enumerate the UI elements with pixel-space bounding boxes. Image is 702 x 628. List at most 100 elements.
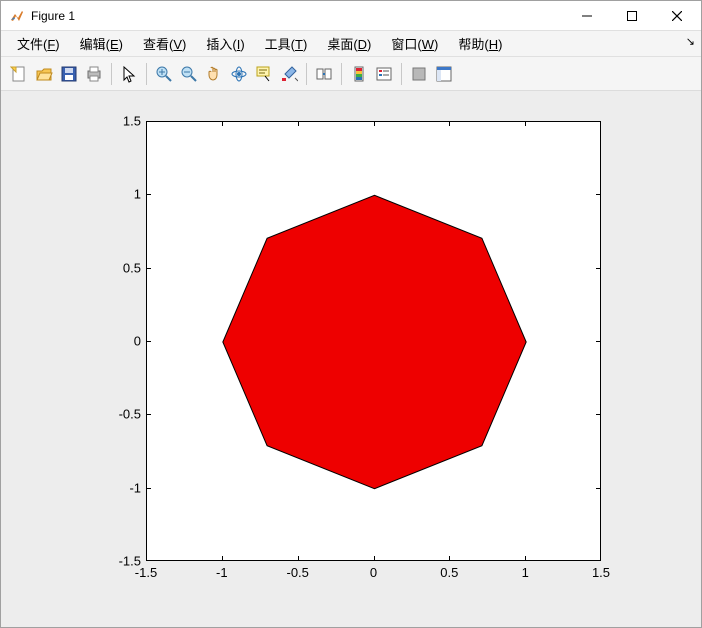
minimize-button[interactable] [564,1,609,30]
menu-edit[interactable]: 编辑(E) [70,31,133,56]
hide-plot-tools-icon [410,65,428,83]
figure-area: 1.5 1 0.5 0 -0.5 -1 -1.5 -1.5 -1 -0.5 0 … [1,91,701,627]
y-tick-label: 1.5 [105,114,141,129]
toolbar-separator [111,63,112,85]
pan-icon [205,65,223,83]
y-tick-label: 0 [105,334,141,349]
menu-tools[interactable]: 工具(T) [255,31,318,56]
window-title: Figure 1 [31,9,564,23]
maximize-button[interactable] [609,1,654,30]
x-tick-label: -1 [202,565,242,580]
tick-mark [596,194,601,195]
titlebar: Figure 1 [1,1,701,31]
toolbar-separator [341,63,342,85]
x-tick-label: 0 [354,565,394,580]
pointer-icon [120,65,138,83]
show-plot-tools-button[interactable] [432,62,456,86]
tick-mark [222,556,223,561]
menu-label: 编辑(E) [80,37,123,52]
tick-mark [146,268,151,269]
y-tick-label: -1 [105,480,141,495]
zoom-in-button[interactable] [152,62,176,86]
y-tick-label: 1 [105,187,141,202]
colorbar-button[interactable] [347,62,371,86]
show-plot-tools-icon [435,65,453,83]
dock-arrow-icon[interactable]: ↘ [686,35,695,48]
save-icon [60,65,78,83]
x-tick-label: 1 [505,565,545,580]
menu-label: 插入(I) [206,37,244,52]
zoom-in-icon [155,65,173,83]
tick-mark [146,414,151,415]
menu-label: 帮助(H) [458,37,502,52]
open-button[interactable] [32,62,56,86]
menu-view[interactable]: 查看(V) [133,31,196,56]
zoom-out-button[interactable] [177,62,201,86]
x-tick-label: 1.5 [581,565,621,580]
menubar: 文件(F) 编辑(E) 查看(V) 插入(I) 工具(T) 桌面(D) 窗口(W… [1,31,701,57]
pan-button[interactable] [202,62,226,86]
toolbar [1,57,701,91]
menu-label: 文件(F) [17,37,60,52]
open-file-icon [35,65,53,83]
y-tick-label: 0.5 [105,260,141,275]
rotate3d-icon [230,65,248,83]
toolbar-separator [401,63,402,85]
tick-mark [596,488,601,489]
axes[interactable] [146,121,601,561]
tick-mark [525,556,526,561]
menu-label: 工具(T) [265,37,308,52]
menu-file[interactable]: 文件(F) [7,31,70,56]
menu-label: 桌面(D) [327,37,371,52]
link-plot-button[interactable] [312,62,336,86]
x-tick-label: 0.5 [429,565,469,580]
brush-icon [280,65,298,83]
tick-mark [298,121,299,126]
tick-mark [374,556,375,561]
data-cursor-icon [255,65,273,83]
hide-plot-tools-button[interactable] [407,62,431,86]
tick-mark [596,268,601,269]
new-figure-button[interactable] [7,62,31,86]
tick-mark [298,556,299,561]
toolbar-separator [306,63,307,85]
tick-mark [374,121,375,126]
matlab-icon [9,8,25,24]
menu-window[interactable]: 窗口(W) [381,31,448,56]
brush-button[interactable] [277,62,301,86]
tick-mark [596,414,601,415]
y-tick-label: -0.5 [105,407,141,422]
menu-insert[interactable]: 插入(I) [196,31,254,56]
tick-mark [146,341,151,342]
tick-mark [222,121,223,126]
tick-mark [449,556,450,561]
tick-mark [146,194,151,195]
legend-icon [375,65,393,83]
tick-mark [596,341,601,342]
menu-help[interactable]: 帮助(H) [448,31,512,56]
x-tick-label: -1.5 [126,565,166,580]
close-button[interactable] [654,1,699,30]
print-button[interactable] [82,62,106,86]
menu-label: 窗口(W) [391,37,438,52]
tick-mark [146,488,151,489]
new-figure-icon [10,65,28,83]
toolbar-separator [146,63,147,85]
tick-mark [525,121,526,126]
plot-canvas [147,122,602,562]
tick-mark [449,121,450,126]
print-icon [85,65,103,83]
menu-desktop[interactable]: 桌面(D) [317,31,381,56]
zoom-out-icon [180,65,198,83]
octagon-patch [223,195,526,488]
menu-label: 查看(V) [143,37,186,52]
figure-window: Figure 1 文件(F) 编辑(E) 查看(V) 插入(I) 工具(T) 桌… [0,0,702,628]
pointer-button[interactable] [117,62,141,86]
colorbar-icon [350,65,368,83]
x-tick-label: -0.5 [278,565,318,580]
link-plot-icon [315,65,333,83]
data-cursor-button[interactable] [252,62,276,86]
save-button[interactable] [57,62,81,86]
rotate3d-button[interactable] [227,62,251,86]
legend-button[interactable] [372,62,396,86]
